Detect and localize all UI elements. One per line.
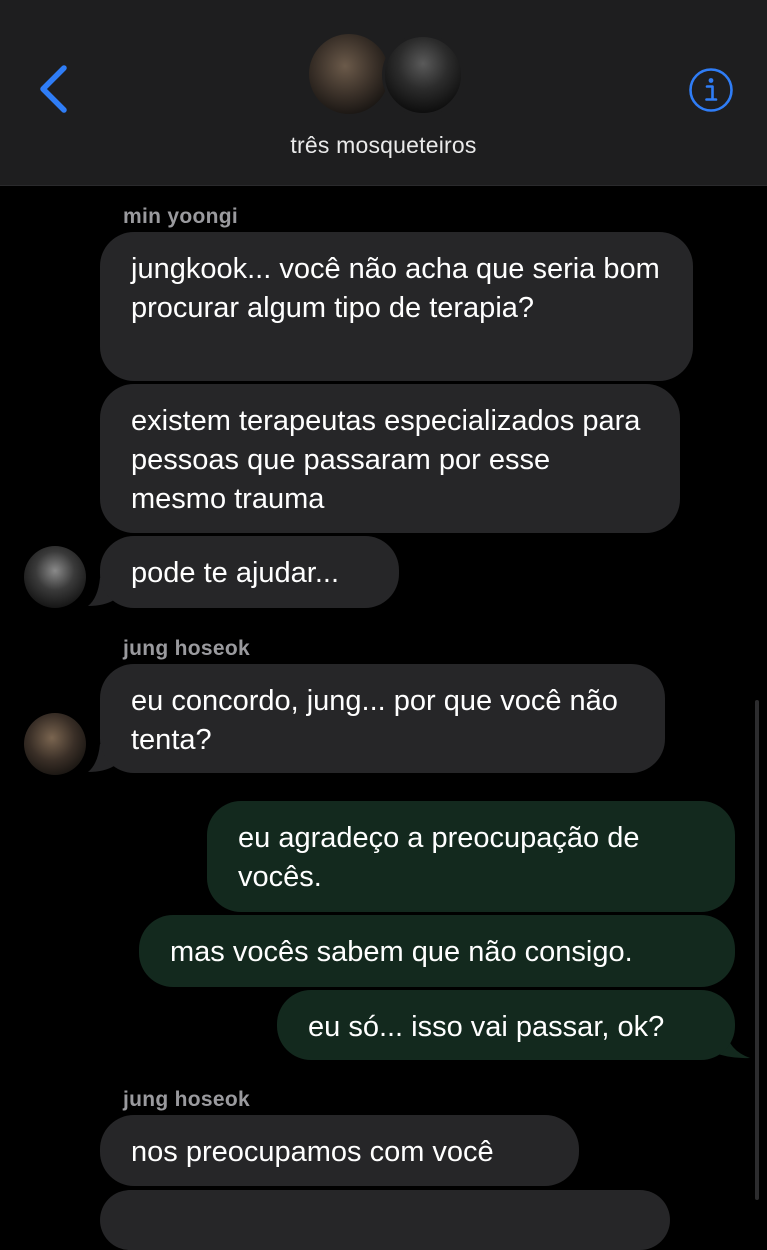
sender-avatar[interactable] (24, 546, 86, 608)
scrollbar[interactable] (755, 700, 759, 1200)
chat-header: três mosqueteiros (0, 0, 767, 186)
message-bubble-outgoing[interactable]: eu só... isso vai passar, ok? (277, 990, 735, 1060)
sender-name: min yoongi (123, 205, 238, 228)
back-button[interactable] (30, 62, 80, 116)
group-avatar-yoongi[interactable] (309, 34, 389, 114)
message-bubble-incoming[interactable]: nos preocupamos com você (100, 1115, 579, 1186)
message-bubble-incoming[interactable]: pode te ajudar... (100, 536, 399, 608)
sender-name: jung hoseok (123, 637, 250, 660)
group-avatar-hoseok[interactable] (382, 34, 464, 116)
message-bubble-incoming-partial[interactable] (100, 1190, 670, 1250)
info-icon (689, 68, 733, 112)
message-bubble-outgoing[interactable]: mas vocês sabem que não consigo. (139, 915, 735, 987)
chevron-left-icon (40, 65, 67, 113)
message-bubble-outgoing[interactable]: eu agradeço a preocupação de vocês. (207, 801, 735, 912)
info-button[interactable] (688, 67, 734, 113)
sender-name: jung hoseok (123, 1088, 250, 1111)
message-bubble-incoming[interactable]: jungkook... você não acha que seria bom … (100, 232, 693, 381)
group-name[interactable]: três mosqueteiros (0, 132, 767, 159)
sender-avatar[interactable] (24, 713, 86, 775)
message-bubble-incoming[interactable]: existem terapeutas especializados para p… (100, 384, 680, 533)
message-bubble-incoming[interactable]: eu concordo, jung... por que você não te… (100, 664, 665, 773)
